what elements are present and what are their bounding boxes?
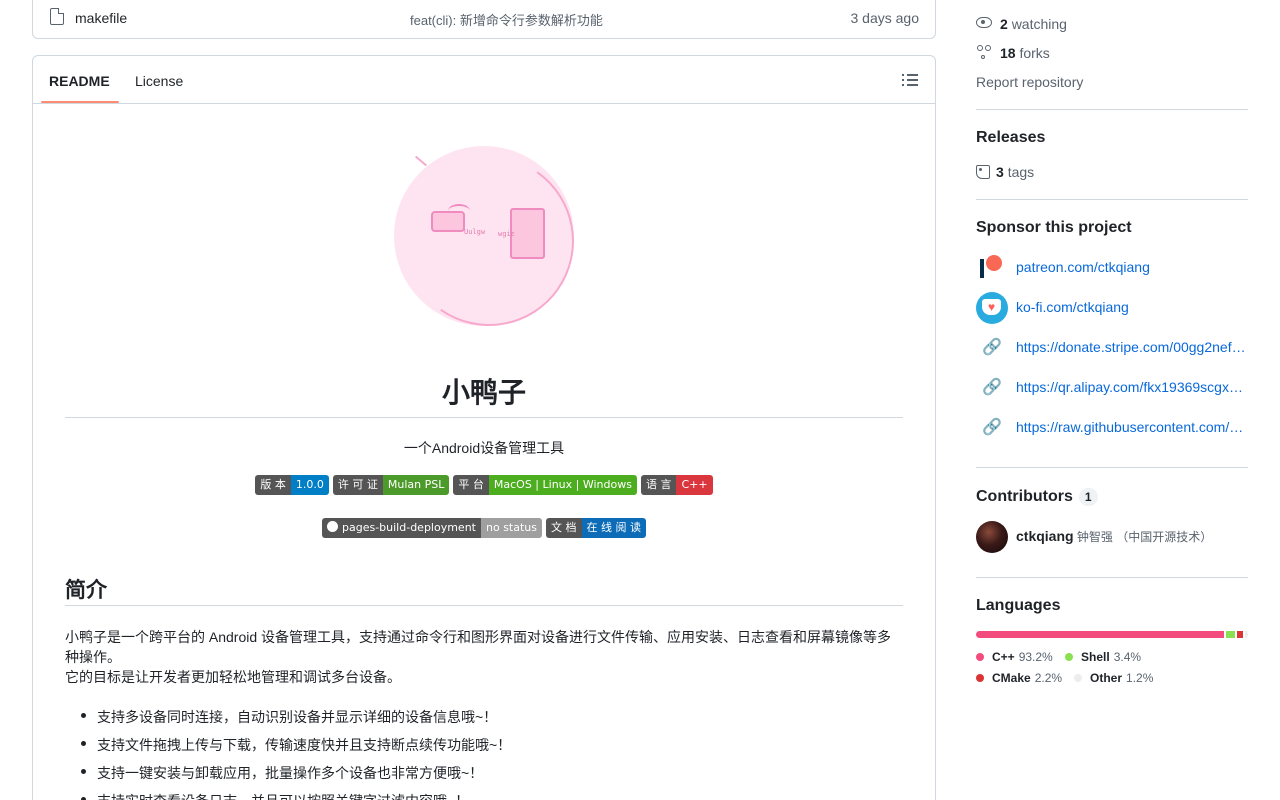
- tab-readme[interactable]: README: [49, 73, 110, 89]
- report-repository-link[interactable]: Report repository: [976, 74, 1083, 90]
- version-badge[interactable]: 版 本 1.0.0: [255, 475, 329, 495]
- contributors-count: 1: [1078, 488, 1098, 506]
- readme-subtitle: 一个Android设备管理工具: [403, 440, 565, 456]
- sponsor-link-patreon[interactable]: patreon.com/ctkqiang: [1016, 259, 1248, 275]
- language-bar-segment: [1244, 631, 1248, 638]
- commit-date: 3 days ago: [850, 10, 920, 26]
- sponsor-link-kofi[interactable]: ko-fi.com/ctkqiang: [1016, 299, 1248, 315]
- eye-icon: [976, 17, 992, 28]
- sponsor-link-alipay[interactable]: https://qr.alipay.com/fkx19369scgxdrkv8m…: [1016, 379, 1248, 395]
- sponsor-heading: Sponsor this project: [976, 219, 1132, 236]
- badge-row-2: pages-build-deployment no status 文 档在 线 阅…: [65, 518, 903, 538]
- docs-badge[interactable]: 文 档在 线 阅 读: [546, 518, 646, 538]
- tag-icon: [976, 165, 990, 179]
- tags-link[interactable]: 3 tags: [996, 164, 1034, 180]
- language-badge[interactable]: 语 言 C++: [640, 475, 713, 495]
- license-badge[interactable]: 许 可 证 Mulan PSL: [332, 475, 450, 495]
- sponsor-link-image[interactable]: https://raw.githubusercontent.com/ctkqia…: [1016, 419, 1248, 435]
- pages-deploy-badge[interactable]: pages-build-deployment no status: [322, 518, 542, 538]
- project-logo: Uulgw wgiɛ: [390, 142, 588, 340]
- language-bar-segment: [976, 631, 1224, 638]
- github-icon: [327, 521, 338, 532]
- link-icon: 🔗: [982, 419, 1002, 436]
- link-icon: 🔗: [982, 339, 1002, 356]
- avatar[interactable]: [976, 521, 1008, 553]
- intro-heading: 简介: [65, 579, 107, 602]
- badge-row: 版 本 1.0.0 许 可 证 Mulan PSL 平 台 MacOS | Linux…: [65, 475, 903, 495]
- language-bar[interactable]: [976, 631, 1248, 638]
- outline-list-icon[interactable]: [902, 73, 918, 87]
- feature-list: 支持多设备同时连接，自动识别设备并显示详细的设备信息哦~！ 支持文件拖拽上传与下…: [80, 707, 511, 800]
- language-cmake[interactable]: CMake 2.2%: [976, 671, 1062, 685]
- language-other[interactable]: Other 1.2%: [1074, 671, 1153, 685]
- watchers-link[interactable]: 2 watching: [1000, 16, 1067, 32]
- contributors-heading[interactable]: Contributors 1: [976, 488, 1098, 506]
- file-name-link[interactable]: makefile: [75, 10, 127, 26]
- goal-paragraph: 它的目标是让开发者更加轻松地管理和调试多台设备。: [65, 669, 401, 685]
- file-icon: [50, 8, 64, 25]
- fork-icon: [976, 45, 992, 61]
- intro-paragraph: 小鸭子是一个跨平台的 Android 设备管理工具，支持通过命令行和图形界面对设…: [65, 629, 892, 665]
- forks-link[interactable]: 18 forks: [1000, 45, 1050, 61]
- language-bar-segment: [1236, 631, 1243, 638]
- list-item: 支持实时查看设备日志，并且可以按照关键字过滤内容哦~！: [80, 791, 511, 800]
- link-icon: 🔗: [982, 379, 1002, 396]
- languages-heading: Languages: [976, 597, 1061, 614]
- language-bar-segment: [1225, 631, 1235, 638]
- readme-tabs: README License: [33, 56, 935, 104]
- readme-title: 小鸭子: [441, 377, 526, 408]
- contributor-link[interactable]: ctkqiang 钟智强 （中国开源技术）: [1016, 528, 1212, 545]
- readme-panel: README License Uulgw wgiɛ 小鸭子 一个Android设备…: [32, 55, 936, 800]
- language-cpp[interactable]: C++ 93.2%: [976, 650, 1053, 664]
- tab-license[interactable]: License: [135, 73, 183, 89]
- list-item: 支持一键安装与卸载应用，批量操作多个设备也非常方便哦~！: [80, 763, 511, 791]
- patreon-icon: [976, 252, 1008, 284]
- ko-fi-icon: [976, 292, 1008, 324]
- commit-message-link[interactable]: feat(cli): 新增命令行参数解析功能: [410, 10, 603, 29]
- list-item: 支持文件拖拽上传与下载，传输速度快并且支持断点续传功能哦~！: [80, 735, 511, 763]
- releases-heading[interactable]: Releases: [976, 129, 1045, 147]
- platform-badge[interactable]: 平 台 MacOS | Linux | Windows: [453, 475, 637, 495]
- language-shell[interactable]: Shell 3.4%: [1065, 650, 1141, 664]
- file-row-makefile[interactable]: makefile feat(cli): 新增命令行参数解析功能 3 days a…: [32, 0, 936, 39]
- active-tab-indicator: [41, 101, 119, 103]
- list-item: 支持多设备同时连接，自动识别设备并显示详细的设备信息哦~！: [80, 707, 511, 735]
- sponsor-link-stripe[interactable]: https://donate.stripe.com/00gg2nefu6TK1L…: [1016, 339, 1248, 355]
